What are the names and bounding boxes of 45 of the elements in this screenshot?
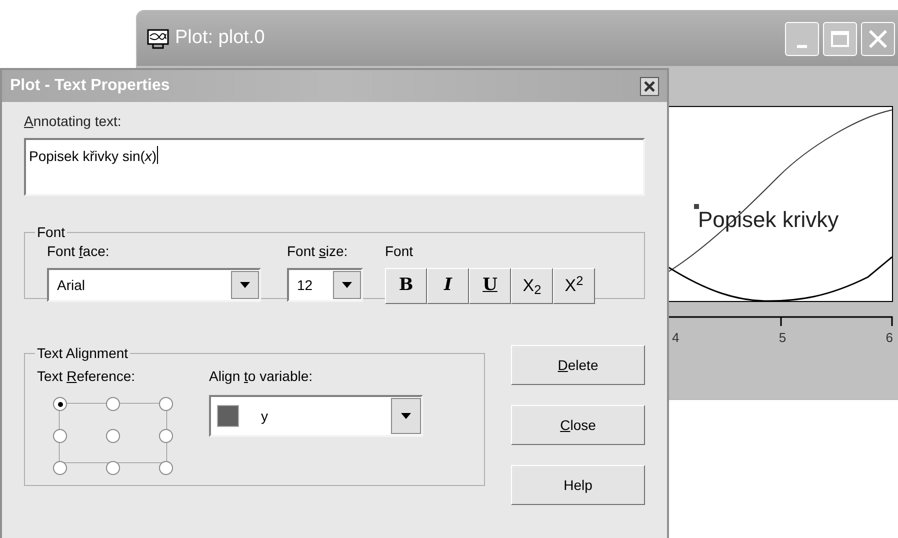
dropdown-arrow-icon (240, 282, 250, 288)
dropdown-arrow-icon (342, 282, 352, 288)
font-face-dropdown[interactable]: Arial (47, 268, 261, 302)
field-label: Font size: (287, 242, 349, 261)
field-label: Font (385, 242, 414, 261)
reference-radio[interactable] (106, 397, 120, 411)
underline-button[interactable]: U (469, 268, 511, 304)
dialog-close-button[interactable] (640, 76, 659, 96)
reference-radio[interactable] (106, 429, 120, 443)
subscript-button[interactable]: X$_{2}$ (511, 268, 553, 304)
variable-dropdown[interactable]: y (209, 395, 423, 437)
reference-radio[interactable] (53, 429, 67, 443)
reference-radio[interactable] (159, 429, 173, 443)
dialog-button[interactable]: Help (511, 465, 645, 505)
reference-radio[interactable] (159, 461, 173, 475)
close-icon (644, 80, 655, 92)
field-label: Annotating text: (24, 112, 122, 131)
annotating-text-field[interactable]: Popisek křivky sin(x) (24, 138, 645, 196)
dialog-button[interactable]: Close (511, 405, 645, 445)
close-icon (868, 28, 888, 48)
superscript-button[interactable]: X$^{2}$ (553, 268, 595, 304)
axis-tick-label: 6 (886, 329, 893, 347)
close-button[interactable] (861, 22, 895, 56)
reference-radio[interactable] (159, 397, 173, 411)
plot-window-icon (147, 28, 169, 50)
italic-button[interactable]: I (427, 268, 469, 304)
axis-tick-label: 4 (672, 329, 680, 347)
group-title: Font (36, 223, 66, 242)
minimize-icon (797, 44, 807, 48)
reference-radio[interactable] (106, 461, 120, 475)
dialog-button[interactable]: Delete (511, 345, 645, 385)
reference-radio[interactable] (53, 461, 67, 475)
dropdown-arrow-icon (401, 413, 411, 419)
axis-tick-label: 5 (778, 329, 786, 347)
anchor-marker (694, 204, 699, 209)
field-label: Align to variable: (209, 367, 314, 386)
dialog-title: Plot - Text Properties (10, 76, 170, 96)
window-title: Plot: plot.0 (175, 26, 265, 50)
bold-button[interactable]: B (385, 268, 427, 304)
maximize-icon (831, 30, 849, 46)
group-title: Text Alignment (36, 344, 130, 363)
font-size-dropdown[interactable]: 12 (287, 268, 363, 302)
reference-radio[interactable] (53, 397, 67, 411)
field-label: Text Reference: (37, 367, 136, 386)
field-label: Font face: (47, 242, 110, 261)
